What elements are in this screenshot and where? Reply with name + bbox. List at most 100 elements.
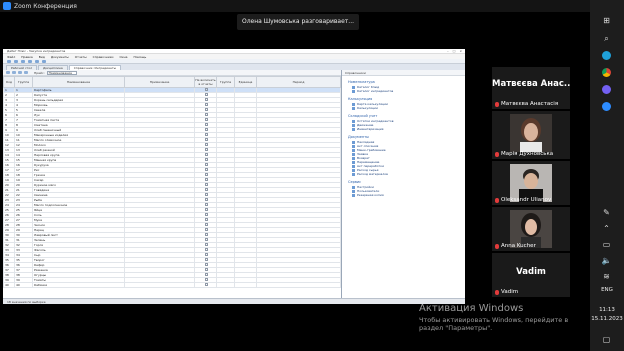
col-header-group2[interactable]: Группа bbox=[216, 76, 235, 88]
menu-item[interactable]: Файл bbox=[7, 55, 15, 59]
reference-link[interactable]: Расход материалов bbox=[352, 172, 465, 176]
checkbox[interactable] bbox=[204, 133, 208, 136]
menu-item[interactable]: Правка bbox=[21, 55, 32, 59]
minimize-icon[interactable]: – bbox=[447, 49, 449, 53]
checkbox[interactable] bbox=[204, 193, 208, 196]
checkbox[interactable] bbox=[204, 153, 208, 156]
col-header-group[interactable]: Группа bbox=[14, 76, 33, 88]
checkbox[interactable] bbox=[204, 218, 208, 221]
checkbox[interactable] bbox=[204, 103, 208, 106]
reference-link[interactable]: Калькуляции bbox=[352, 106, 465, 110]
add-icon[interactable] bbox=[6, 71, 10, 74]
col-header-period[interactable]: Период bbox=[256, 76, 341, 88]
toolbar-button[interactable] bbox=[14, 59, 18, 63]
menu-item[interactable]: Документы bbox=[51, 55, 69, 59]
toolbar-button[interactable] bbox=[42, 59, 46, 63]
checkbox[interactable] bbox=[204, 123, 208, 126]
toolbar-button[interactable] bbox=[7, 59, 11, 63]
checkbox[interactable] bbox=[204, 88, 208, 91]
pen-icon[interactable]: ✎ bbox=[600, 206, 613, 219]
reference-section-title: Номенклатура bbox=[348, 80, 375, 84]
checkbox[interactable] bbox=[204, 178, 208, 181]
clock-date[interactable]: 15.11.2023 bbox=[590, 316, 624, 322]
col-header-code[interactable]: Код bbox=[3, 76, 15, 88]
checkbox[interactable] bbox=[204, 108, 208, 111]
checkbox[interactable] bbox=[204, 198, 208, 201]
participant-tile[interactable]: Vadim Vadim bbox=[492, 253, 570, 297]
checkbox[interactable] bbox=[204, 273, 208, 276]
menu-item[interactable]: Окна bbox=[119, 55, 127, 59]
participant-tile[interactable]: Oleksandr Ulianov bbox=[492, 161, 570, 205]
checkbox[interactable] bbox=[204, 243, 208, 246]
checkbox[interactable] bbox=[204, 223, 208, 226]
delete-icon[interactable] bbox=[18, 71, 22, 74]
checkbox[interactable] bbox=[204, 148, 208, 151]
search-icon[interactable]: ⌕ bbox=[600, 32, 613, 45]
reference-link[interactable]: Инвентаризация bbox=[352, 127, 465, 131]
checkbox[interactable] bbox=[204, 168, 208, 171]
checkbox[interactable] bbox=[204, 118, 208, 121]
windows-start-icon[interactable]: ⊞ bbox=[600, 14, 613, 27]
checkbox[interactable] bbox=[204, 268, 208, 271]
checkbox[interactable] bbox=[204, 248, 208, 251]
viber-icon[interactable] bbox=[600, 83, 613, 96]
speaker-icon[interactable]: 🔈 bbox=[600, 254, 613, 267]
price-select[interactable]: Наименование bbox=[46, 70, 77, 75]
checkbox[interactable] bbox=[204, 258, 208, 261]
notifications-icon[interactable]: ▢ bbox=[600, 333, 613, 346]
checkbox[interactable] bbox=[204, 173, 208, 176]
menu-item[interactable]: Отчеты bbox=[75, 55, 87, 59]
checkbox[interactable] bbox=[204, 163, 208, 166]
checkbox[interactable] bbox=[204, 238, 208, 241]
reference-pane-header: Справочники bbox=[342, 70, 465, 76]
menu-item[interactable]: Вид bbox=[39, 55, 45, 59]
checkbox[interactable] bbox=[204, 158, 208, 161]
reference-link[interactable]: Резервная копия bbox=[352, 193, 465, 197]
cell-exclude[interactable] bbox=[194, 282, 217, 288]
participant-tile[interactable]: Матвєєва Анас... Матвєєва Анастасія bbox=[492, 67, 570, 109]
checkbox[interactable] bbox=[204, 143, 208, 146]
checkbox[interactable] bbox=[204, 128, 208, 131]
refresh-icon[interactable] bbox=[24, 71, 28, 74]
checkbox[interactable] bbox=[204, 253, 208, 256]
participant-tile[interactable]: Anna Kucher bbox=[492, 207, 570, 251]
checkbox[interactable] bbox=[204, 183, 208, 186]
wifi-icon[interactable]: ≋ bbox=[600, 270, 613, 283]
checkbox[interactable] bbox=[204, 263, 208, 266]
checkbox[interactable] bbox=[204, 93, 208, 96]
edit-icon[interactable] bbox=[12, 71, 16, 74]
checkbox[interactable] bbox=[204, 138, 208, 141]
col-header-exclude[interactable]: Не включать в отчеты bbox=[194, 76, 217, 88]
checkbox[interactable] bbox=[204, 203, 208, 206]
checkbox[interactable] bbox=[204, 188, 208, 191]
chrome-icon[interactable] bbox=[600, 66, 613, 79]
checkbox[interactable] bbox=[204, 213, 208, 216]
checkbox[interactable] bbox=[204, 208, 208, 211]
maximize-icon[interactable]: □ bbox=[453, 49, 456, 53]
table-row[interactable]: 40 40 Кабачки bbox=[3, 282, 341, 288]
chevron-up-icon[interactable]: ⌃ bbox=[600, 222, 613, 235]
col-header-note[interactable]: Примечание bbox=[124, 76, 195, 88]
checkbox[interactable] bbox=[204, 113, 208, 116]
toolbar-button[interactable] bbox=[35, 59, 39, 63]
toolbar-button[interactable] bbox=[21, 59, 25, 63]
keyboard-language[interactable]: ENG bbox=[590, 287, 624, 293]
menu-item[interactable]: Помощь bbox=[133, 55, 146, 59]
clock-time[interactable]: 11:13 bbox=[590, 307, 624, 313]
checkbox[interactable] bbox=[204, 228, 208, 231]
checkbox[interactable] bbox=[204, 278, 208, 281]
checkbox[interactable] bbox=[204, 283, 208, 286]
toolbar-button[interactable] bbox=[28, 59, 32, 63]
checkbox[interactable] bbox=[204, 98, 208, 101]
checkbox[interactable] bbox=[204, 233, 208, 236]
document-icon bbox=[352, 144, 355, 148]
col-header-unit[interactable]: Единица bbox=[234, 76, 257, 88]
participant-tile[interactable]: Марія Духновська bbox=[492, 111, 570, 159]
close-icon[interactable]: × bbox=[459, 49, 462, 53]
zoom-app-icon[interactable] bbox=[600, 100, 613, 113]
edge-icon[interactable] bbox=[600, 49, 613, 62]
menu-item[interactable]: Справочники bbox=[93, 55, 114, 59]
participant-name: Vadim bbox=[501, 289, 519, 295]
reference-link[interactable]: Каталог ингредиентов bbox=[352, 89, 465, 93]
col-header-name[interactable]: Наименование bbox=[32, 76, 125, 88]
